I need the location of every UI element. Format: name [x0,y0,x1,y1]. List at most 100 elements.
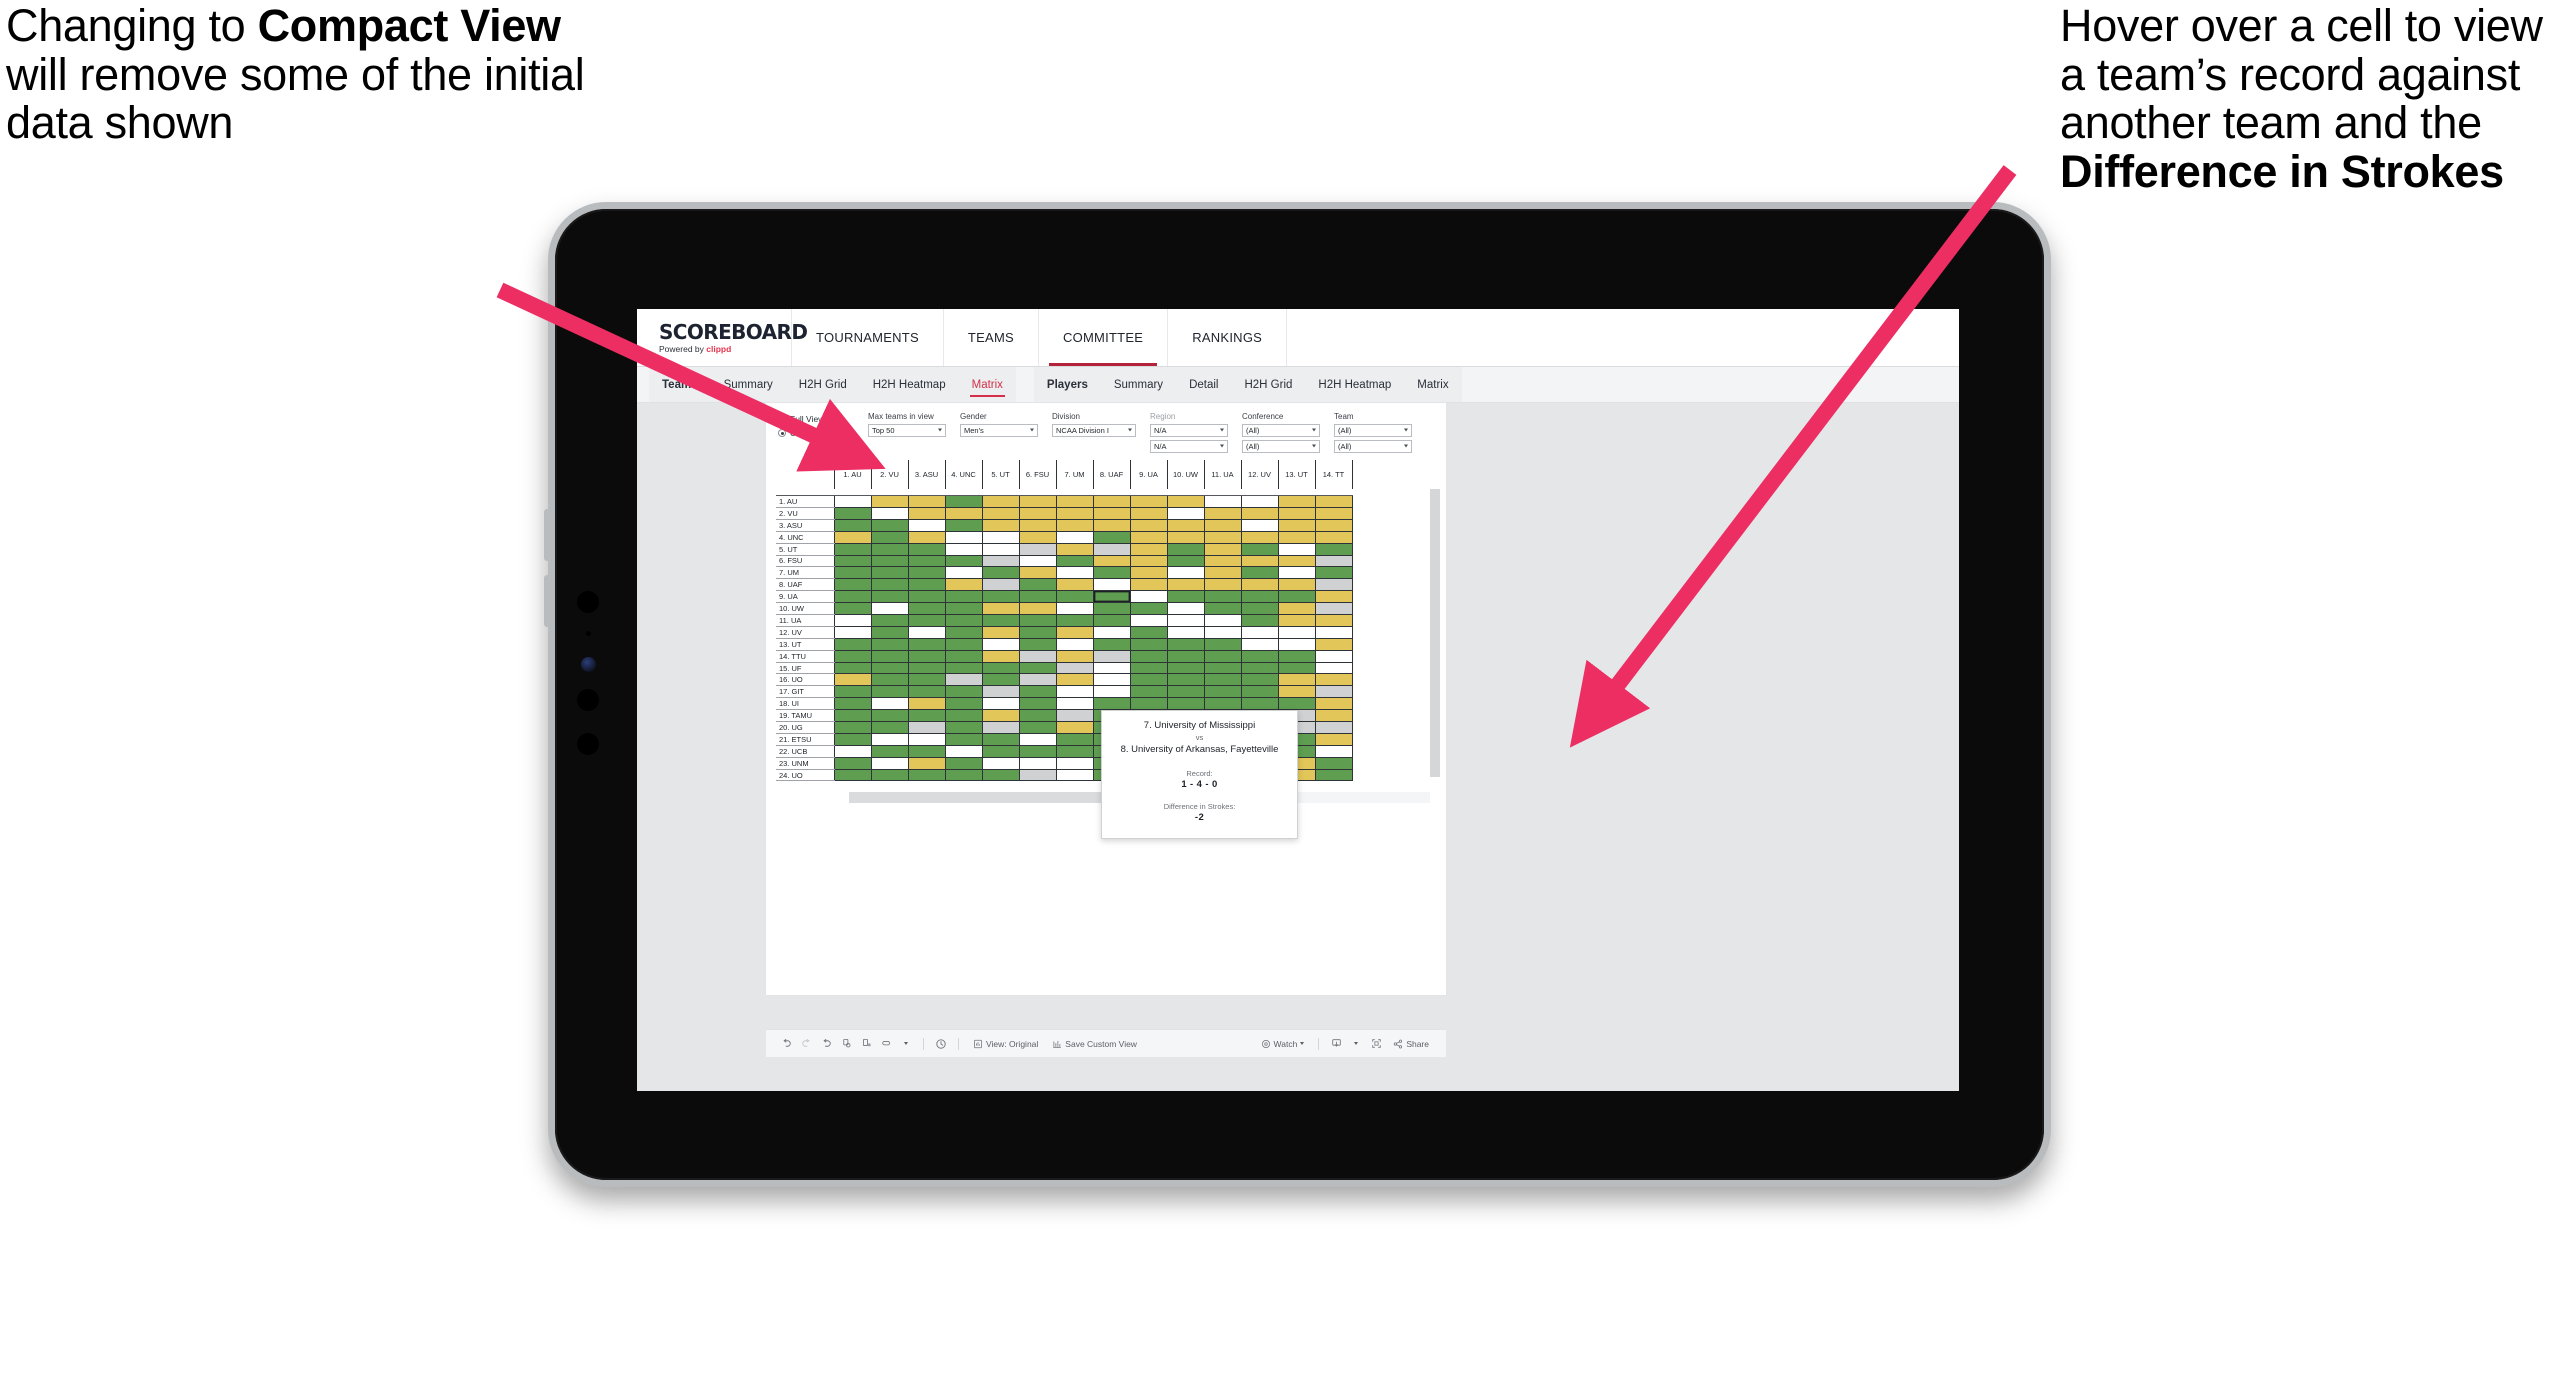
matrix-cell[interactable] [1018,769,1057,782]
matrix-cell[interactable] [1314,745,1353,758]
matrix-cell[interactable] [1240,543,1279,556]
matrix-cell[interactable] [1203,602,1242,615]
matrix-cell[interactable] [1166,590,1205,604]
matrix-cell[interactable] [1240,673,1279,687]
matrix-cell[interactable] [1055,531,1094,544]
matrix-cell[interactable] [944,685,983,699]
matrix-cell[interactable] [1129,638,1168,651]
matrix-row-header[interactable]: 8. UAF [776,578,834,592]
matrix-cell[interactable] [1314,673,1353,687]
matrix-cell[interactable] [981,769,1020,782]
matrix-cell[interactable] [944,495,983,508]
matrix-cell[interactable] [1240,507,1279,520]
matrix-cell[interactable] [907,650,946,663]
redo-icon[interactable] [796,1038,816,1049]
matrix-row-header[interactable]: 9. UA [776,590,834,604]
matrix-cell[interactable] [833,590,872,604]
matrix-row-header[interactable]: 19. TAMU [776,709,834,723]
matrix-cell[interactable] [1092,650,1131,663]
matrix-cell[interactable] [1055,721,1094,734]
matrix-cell[interactable] [907,566,946,580]
matrix-cell[interactable] [944,626,983,639]
matrix-cell[interactable] [1314,757,1353,770]
matrix-cell[interactable] [907,578,946,592]
topnav-item-teams[interactable]: TEAMS [944,309,1039,366]
matrix-cell[interactable] [870,638,909,651]
matrix-row-header[interactable]: 16. UO [776,673,834,687]
matrix-cell[interactable] [833,769,872,782]
matrix-cell[interactable] [1166,626,1205,639]
matrix-cell[interactable] [907,626,946,639]
download-icon[interactable] [1326,1038,1346,1049]
matrix-cell[interactable] [1018,543,1057,556]
watch-button[interactable]: Watch [1254,1039,1312,1049]
matrix-cell[interactable] [944,555,983,568]
matrix-cell[interactable] [1129,519,1168,532]
subnav-teams-matrix[interactable]: Matrix [959,367,1016,403]
matrix-col-header[interactable]: 1. AU [833,459,872,489]
matrix-cell[interactable] [1018,662,1057,675]
matrix-cell[interactable] [1018,519,1057,532]
topnav-item-committee[interactable]: COMMITTEE [1039,309,1169,366]
matrix-cell[interactable] [833,555,872,568]
matrix-cell[interactable] [907,745,946,758]
matrix-cell[interactable] [981,650,1020,663]
matrix-cell[interactable] [1129,614,1168,627]
matrix-row-header[interactable]: 24. UO [776,769,834,782]
matrix-cell[interactable] [1166,578,1205,592]
matrix-cell[interactable] [1018,685,1057,699]
save-custom-view-button[interactable]: Save Custom View [1045,1039,1144,1049]
matrix-cell[interactable] [1240,662,1279,675]
matrix-cell[interactable] [981,673,1020,687]
matrix-cell[interactable] [1203,697,1242,711]
matrix-cell[interactable] [1240,697,1279,711]
matrix-cell[interactable] [1166,650,1205,663]
matrix-cell[interactable] [981,697,1020,711]
matrix-cell[interactable] [1277,638,1316,651]
matrix-cell[interactable] [907,543,946,556]
matrix-cell[interactable] [981,507,1020,520]
matrix-cell[interactable] [1129,507,1168,520]
matrix-cell[interactable] [1055,673,1094,687]
layout-dropdown-caret[interactable] [896,1042,916,1045]
matrix-cell[interactable] [944,673,983,687]
matrix-cell[interactable] [1018,507,1057,520]
matrix-cell[interactable] [833,543,872,556]
matrix-cell[interactable] [1203,543,1242,556]
matrix-cell[interactable] [1166,566,1205,580]
matrix-cell[interactable] [944,662,983,675]
matrix-cell[interactable] [1129,543,1168,556]
subnav-players-h2h-grid[interactable]: H2H Grid [1231,367,1305,403]
fullscreen-icon[interactable] [1366,1038,1386,1049]
refresh-icon[interactable] [836,1038,856,1049]
matrix-cell[interactable] [1314,685,1353,699]
matrix-cell[interactable] [1018,721,1057,734]
matrix-cell[interactable] [1314,578,1353,592]
matrix-cell[interactable] [1129,685,1168,699]
matrix-cell[interactable] [870,531,909,544]
matrix-cell[interactable] [1055,709,1094,723]
matrix-cell[interactable] [1203,495,1242,508]
matrix-cell[interactable] [1055,555,1094,568]
matrix-cell[interactable] [833,638,872,651]
matrix-cell[interactable] [870,507,909,520]
matrix-cell[interactable] [833,709,872,723]
matrix-cell[interactable] [1166,673,1205,687]
matrix-cell[interactable] [1092,566,1131,580]
matrix-cell[interactable] [833,650,872,663]
matrix-cell[interactable] [1314,543,1353,556]
subnav-head-teams[interactable]: Teams [649,367,711,403]
matrix-cell[interactable] [907,495,946,508]
matrix-cell[interactable] [1092,638,1131,651]
matrix-cell[interactable] [1018,638,1057,651]
matrix-cell[interactable] [1277,697,1316,711]
matrix-cell[interactable] [1314,519,1353,532]
matrix-cell[interactable] [870,650,909,663]
matrix-cell[interactable] [1277,531,1316,544]
matrix-cell[interactable] [981,555,1020,568]
undo-icon[interactable] [776,1038,796,1049]
matrix-cell[interactable] [1314,733,1353,746]
matrix-cell[interactable] [981,602,1020,615]
matrix-cell[interactable] [944,757,983,770]
matrix-row-header[interactable]: 2. VU [776,507,834,520]
